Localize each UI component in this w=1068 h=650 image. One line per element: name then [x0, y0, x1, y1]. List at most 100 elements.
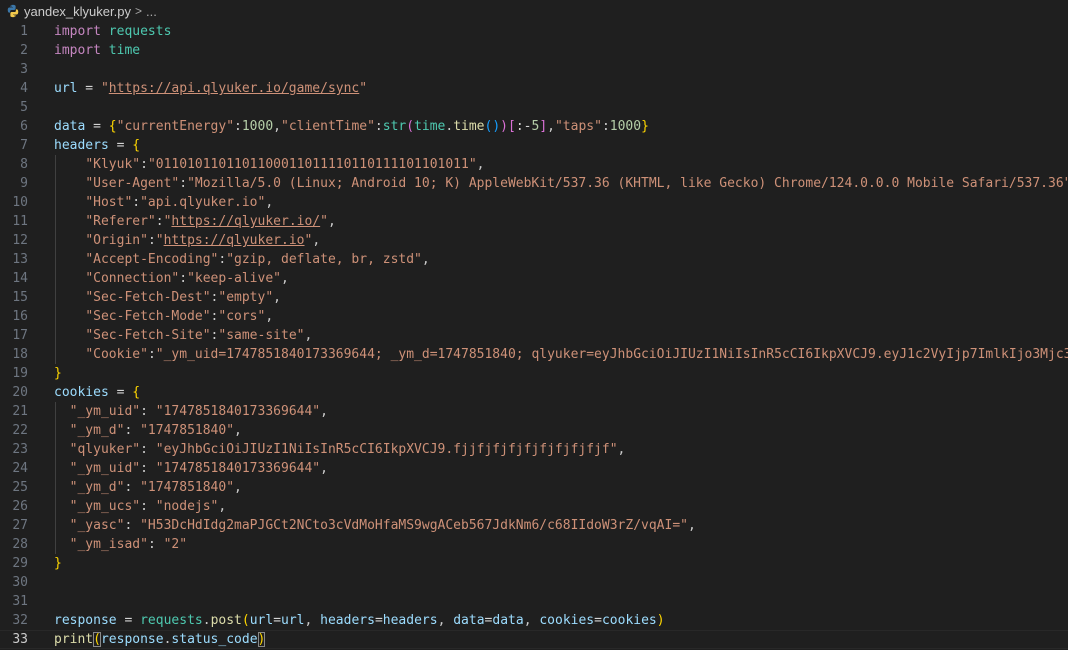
line-number: 10	[12, 195, 28, 210]
code-token: =	[273, 613, 282, 628]
code-token: =	[594, 613, 602, 628]
code-token: :	[147, 347, 156, 362]
code-line[interactable]: 3	[0, 60, 1068, 79]
code-token: post	[210, 613, 242, 628]
code-token: "User-Agent"	[85, 176, 180, 191]
line-number: 5	[20, 100, 28, 115]
code-token: url	[54, 81, 78, 96]
code-line[interactable]: 12 "Origin":"https://qlyuker.io",	[0, 231, 1068, 250]
code-token: "currentEnergy"	[116, 119, 235, 134]
line-number: 3	[20, 62, 28, 77]
code-token: data	[492, 613, 524, 628]
breadcrumb-file[interactable]: yandex_klyuker.py	[24, 4, 131, 19]
code-line[interactable]: 31	[0, 592, 1068, 611]
line-number: 13	[12, 252, 28, 267]
code-token: :	[140, 157, 148, 172]
code-token: "api.qlyuker.io"	[140, 195, 266, 210]
line-number: 21	[12, 404, 28, 419]
code-token: :	[140, 461, 156, 476]
code-token: ,	[273, 290, 281, 305]
code-text: "_ym_d": "1747851840",	[54, 421, 242, 440]
code-text: response = requests.post(url=url, header…	[54, 611, 665, 630]
code-token: time	[108, 43, 141, 58]
code-token: headers	[54, 138, 109, 153]
code-line[interactable]: 26 "_ym_ucs": "nodejs",	[0, 497, 1068, 516]
code-text: "qlyuker": "eyJhbGciOiJIUzI1NiIsInR5cCI6…	[54, 440, 626, 459]
code-line[interactable]: 17 "Sec-Fetch-Site":"same-site",	[0, 326, 1068, 345]
code-line[interactable]: 27 "_yasc": "H53DcHdIdg2maPJGCt2NCto3cVd…	[0, 516, 1068, 535]
code-token: ,	[437, 613, 454, 628]
code-line[interactable]: 1 import requests	[0, 22, 1068, 41]
code-token: time	[414, 119, 446, 134]
code-line[interactable]: 10 "Host":"api.qlyuker.io",	[0, 193, 1068, 212]
code-token: ,	[312, 233, 321, 248]
code-token: "_ym_ucs"	[69, 499, 141, 514]
code-line[interactable]: 32 response = requests.post(url=url, head…	[0, 611, 1068, 630]
code-line[interactable]: 21 "_ym_uid": "1747851840173369644",	[0, 402, 1068, 421]
code-line[interactable]: 18 "Cookie":"_ym_uid=1747851840173369644…	[0, 345, 1068, 364]
code-line[interactable]: 4 url = "https://api.qlyuker.io/game/sync…	[0, 79, 1068, 98]
code-token: status_code	[171, 632, 258, 647]
code-line[interactable]: 9 "User-Agent":"Mozilla/5.0 (Linux; Andr…	[0, 174, 1068, 193]
code-token: ,	[273, 119, 281, 134]
code-token: "1747851840"	[140, 423, 235, 438]
line-number: 33	[12, 632, 28, 647]
line-number: 22	[12, 423, 28, 438]
code-token: :	[179, 271, 188, 286]
code-token: "1747851840"	[140, 480, 235, 495]
line-number: 6	[20, 119, 28, 134]
code-line[interactable]: 33 print(response.status_code)	[0, 630, 1068, 649]
code-token: :	[601, 119, 610, 134]
code-token: ()	[484, 119, 501, 134]
code-editor[interactable]: 1 import requests 2 import time 3 4 url = "htt…	[0, 22, 1068, 650]
code-line[interactable]: 19}	[0, 364, 1068, 383]
line-number: 14	[12, 271, 28, 286]
code-line[interactable]: 11 "Referer":"https://qlyuker.io/",	[0, 212, 1068, 231]
code-token: data	[54, 119, 86, 134]
code-line[interactable]: 8 "Klyuk":"01101011011011000110111101101…	[0, 155, 1068, 174]
code-line[interactable]: 28 "_ym_isad": "2"	[0, 535, 1068, 554]
code-token: "Connection"	[85, 271, 180, 286]
code-line[interactable]: 20 cookies = {	[0, 383, 1068, 402]
code-token: ]	[539, 119, 548, 134]
code-text: "Sec-Fetch-Dest":"empty",	[54, 288, 281, 307]
line-number: 18	[12, 347, 28, 362]
code-line[interactable]: 24 "_ym_uid": "1747851840173369644",	[0, 459, 1068, 478]
python-file-icon	[7, 4, 19, 18]
code-line[interactable]: 7 headers = {	[0, 136, 1068, 155]
code-text: "User-Agent":"Mozilla/5.0 (Linux; Androi…	[54, 174, 1068, 193]
code-token: time	[453, 119, 485, 134]
code-token: "2"	[163, 537, 188, 552]
line-number: 12	[12, 233, 28, 248]
line-number: 17	[12, 328, 28, 343]
breadcrumb-more[interactable]: ...	[146, 4, 157, 19]
code-token: "1747851840173369644"	[155, 461, 321, 476]
code-token: 1000	[241, 119, 274, 134]
code-line[interactable]: 13 "Accept-Encoding":"gzip, deflate, br,…	[0, 250, 1068, 269]
code-token: ,	[547, 119, 555, 134]
code-line[interactable]: 14 "Connection":"keep-alive",	[0, 269, 1068, 288]
code-line[interactable]: 6 data = {"currentEnergy":1000,"clientTim…	[0, 117, 1068, 136]
code-line[interactable]: 5	[0, 98, 1068, 117]
code-line[interactable]: 2 import time	[0, 41, 1068, 60]
code-line[interactable]: 29}	[0, 554, 1068, 573]
code-text: "Cookie":"_ym_uid=1747851840173369644; _…	[54, 345, 1068, 364]
code-token: "_ym_d"	[69, 480, 125, 495]
code-token: (	[406, 119, 415, 134]
code-text: url = "https://api.qlyuker.io/game/sync"	[54, 79, 367, 98]
code-token: https://api.qlyuker.io/game/sync	[108, 81, 360, 96]
code-line[interactable]: 22 "_ym_d": "1747851840",	[0, 421, 1068, 440]
code-token: "H53DcHdIdg2maPJGCt2NCto3cVdMoHfaMS9wgAC…	[140, 518, 688, 533]
code-line[interactable]: 25 "_ym_d": "1747851840",	[0, 478, 1068, 497]
code-line[interactable]: 23 "qlyuker": "eyJhbGciOiJIUzI1NiIsInR5c…	[0, 440, 1068, 459]
code-line[interactable]: 15 "Sec-Fetch-Dest":"empty",	[0, 288, 1068, 307]
code-line[interactable]: 16 "Sec-Fetch-Mode":"cors",	[0, 307, 1068, 326]
chevron-right-icon: >	[134, 4, 142, 18]
code-text: headers = {	[54, 136, 140, 155]
line-number: 25	[12, 480, 28, 495]
code-line[interactable]: 30	[0, 573, 1068, 592]
code-token: "Host"	[85, 195, 133, 210]
